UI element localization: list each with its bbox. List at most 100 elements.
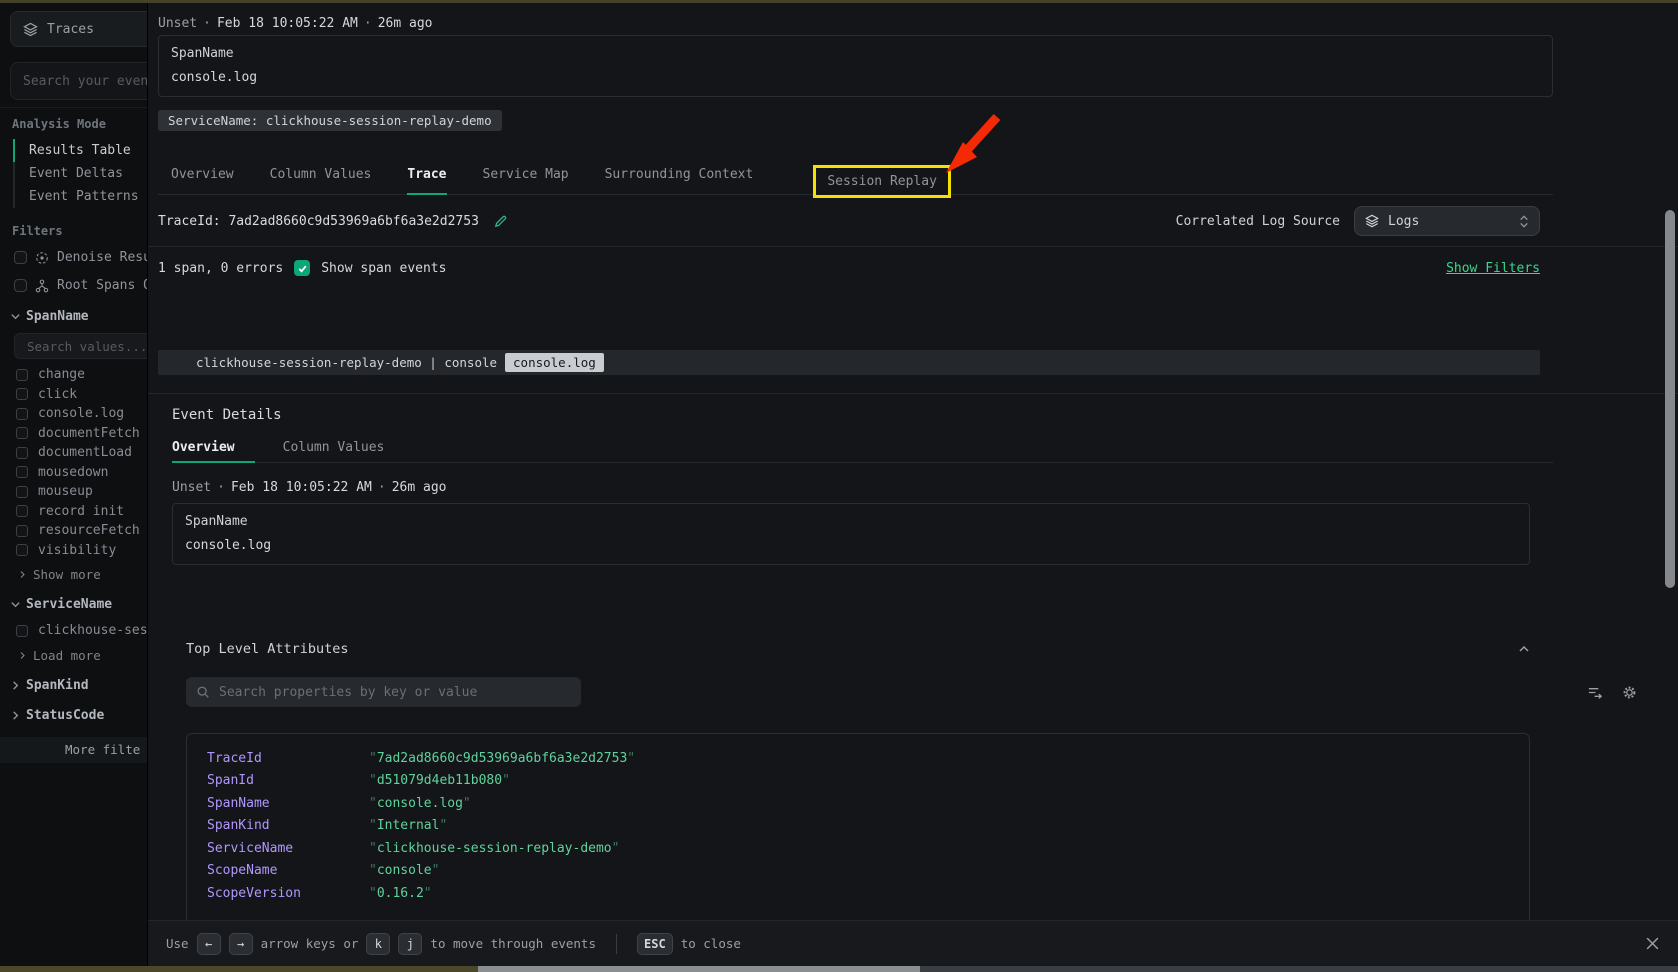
source-selector-traces[interactable]: Traces <box>10 11 147 47</box>
event-search-field[interactable] <box>11 63 147 99</box>
show-filters-link[interactable]: Show Filters <box>1446 261 1540 276</box>
option-checkbox[interactable] <box>16 625 28 637</box>
attr-key: ScopeVersion <box>207 886 369 901</box>
spanname-show-more[interactable]: Show more <box>18 567 147 582</box>
option-resourcefetch[interactable]: resourceFetch <box>10 521 147 541</box>
dot-separator: · <box>203 16 211 31</box>
edit-pencil-icon[interactable] <box>493 214 508 229</box>
attr-key: ServiceName <box>207 841 369 856</box>
mode-event-deltas[interactable]: Event Deltas <box>13 162 147 185</box>
option-checkbox[interactable] <box>16 447 28 459</box>
ed-tab-overview[interactable]: Overview <box>172 433 235 462</box>
servicename-load-more[interactable]: Load more <box>18 648 147 663</box>
option-checkbox[interactable] <box>16 408 28 420</box>
option-console-log[interactable]: console.log <box>10 404 147 424</box>
more-filters-button[interactable]: More filte <box>0 737 147 763</box>
group-spankind[interactable]: SpanKind <box>10 678 147 693</box>
attr-value: d51079d4eb11b080 <box>369 773 510 788</box>
close-icon[interactable] <box>1645 936 1660 951</box>
event-search-input[interactable] <box>10 62 147 100</box>
option-checkbox[interactable] <box>16 466 28 478</box>
ed-tab-column-values[interactable]: Column Values <box>283 433 385 462</box>
mode-event-patterns[interactable]: Event Patterns <box>13 185 147 208</box>
span-name-label: SpanName <box>185 514 1517 529</box>
filter-lines-icon[interactable] <box>1587 685 1604 700</box>
table-row[interactable]: SpanKindInternal <box>207 815 1529 838</box>
attributes-search-input[interactable] <box>186 677 581 707</box>
attributes-table: TraceId7ad2ad8660c9d53969a6bf6a3e2d2753 … <box>186 733 1530 920</box>
spanname-values-field[interactable] <box>15 334 147 358</box>
span-name-card: SpanName console.log <box>158 35 1553 97</box>
option-checkbox[interactable] <box>16 525 28 537</box>
option-checkbox[interactable] <box>16 427 28 439</box>
option-visibility[interactable]: visibility <box>10 541 147 561</box>
tab-column-values[interactable]: Column Values <box>270 155 372 194</box>
option-click[interactable]: click <box>10 385 147 405</box>
option-mouseup[interactable]: mouseup <box>10 482 147 502</box>
option-documentfetch[interactable]: documentFetch <box>10 424 147 444</box>
option-checkbox[interactable] <box>16 505 28 517</box>
denoise-checkbox[interactable] <box>14 251 27 264</box>
option-documentload[interactable]: documentLoad <box>10 443 147 463</box>
tab-surrounding-context[interactable]: Surrounding Context <box>605 155 754 194</box>
span-name-card: SpanName console.log <box>172 503 1530 565</box>
group-spanname[interactable]: SpanName <box>10 309 147 324</box>
table-row[interactable]: SpanNameconsole.log <box>207 792 1529 815</box>
group-spanname-label: SpanName <box>26 309 89 324</box>
gear-icon[interactable] <box>1622 685 1637 700</box>
correlated-log-source-label: Correlated Log Source <box>1176 214 1340 229</box>
table-row[interactable]: ServiceNameclickhouse-session-replay-dem… <box>207 837 1529 860</box>
group-statuscode[interactable]: StatusCode <box>10 708 147 723</box>
right-arrow-key: → <box>229 933 253 955</box>
option-label: documentLoad <box>38 445 132 460</box>
scrollbar-thumb[interactable] <box>1665 210 1675 588</box>
option-checkbox[interactable] <box>16 544 28 556</box>
show-span-events-checkbox[interactable] <box>294 260 310 276</box>
service-name-chip[interactable]: ServiceName: clickhouse-session-replay-d… <box>158 110 502 131</box>
tab-session-replay[interactable]: Session Replay <box>813 165 951 198</box>
load-more-label: Load more <box>33 648 101 663</box>
table-row[interactable]: TraceId7ad2ad8660c9d53969a6bf6a3e2d2753 <box>207 747 1529 770</box>
tab-overview[interactable]: Overview <box>171 155 234 194</box>
root-spans-checkbox[interactable] <box>14 279 27 292</box>
log-source-select[interactable]: Logs <box>1354 206 1540 236</box>
chevron-right-icon <box>18 570 27 579</box>
top-level-attributes-title: Top Level Attributes <box>186 641 349 657</box>
option-checkbox[interactable] <box>16 388 28 400</box>
option-record-init[interactable]: record init <box>10 502 147 522</box>
tab-trace[interactable]: Trace <box>407 155 446 194</box>
bottom-strip-dark <box>920 966 1678 972</box>
collapse-chevron-up-icon[interactable] <box>1518 643 1530 655</box>
root-spans-label: Root Spans Onl <box>57 278 147 293</box>
show-span-events-label[interactable]: Show span events <box>321 261 446 276</box>
search-icon <box>196 685 210 699</box>
waterfall-area <box>148 280 1678 350</box>
chevron-right-icon <box>10 680 21 691</box>
tab-service-map[interactable]: Service Map <box>483 155 569 194</box>
table-row[interactable]: ScopeNameconsole <box>207 860 1529 883</box>
chevron-down-icon <box>10 599 21 610</box>
option-change[interactable]: change <box>10 365 147 385</box>
dot-separator: · <box>364 16 372 31</box>
group-spankind-label: SpanKind <box>26 678 89 693</box>
table-row[interactable]: ScopeVersion0.16.2 <box>207 882 1529 905</box>
filter-denoise-results[interactable]: Denoise Resul <box>14 249 147 266</box>
table-row[interactable]: SpanIdd51079d4eb11b080 <box>207 770 1529 793</box>
event-header: Unset·Feb 18 10:05:22 AM·26m ago <box>158 16 1678 31</box>
option-checkbox[interactable] <box>16 486 28 498</box>
attributes-search-field[interactable] <box>219 685 571 700</box>
mode-results-table[interactable]: Results Table <box>13 139 147 162</box>
trace-span-bar[interactable]: clickhouse-session-replay-demo | console… <box>158 350 1540 375</box>
option-mousedown[interactable]: mousedown <box>10 463 147 483</box>
option-label: mouseup <box>38 484 93 499</box>
group-servicename[interactable]: ServiceName <box>10 597 147 612</box>
footer-divider <box>616 934 617 954</box>
bottom-strip-light <box>478 966 920 972</box>
filter-root-spans[interactable]: Root Spans Onl <box>14 277 147 294</box>
hint-move: to move through events <box>430 936 596 951</box>
spanname-values-search[interactable] <box>14 333 147 359</box>
option-label: clickhouse-sessi <box>38 623 147 638</box>
option-clickhouse-service[interactable]: clickhouse-sessi <box>10 621 147 641</box>
option-checkbox[interactable] <box>16 369 28 381</box>
option-label: documentFetch <box>38 426 140 441</box>
